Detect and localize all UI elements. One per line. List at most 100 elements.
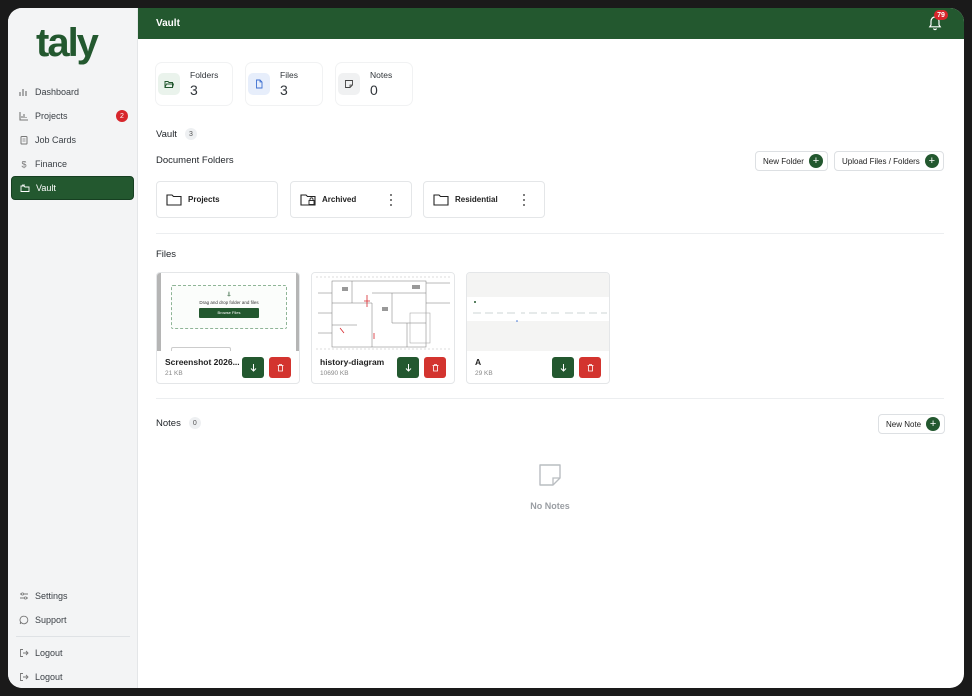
kebab-menu-icon[interactable] (390, 194, 393, 206)
sidebar-item-label: Projects (35, 111, 68, 121)
page-title: Vault (156, 18, 180, 29)
floorplan-preview (316, 276, 452, 350)
sidebar-item-job-cards[interactable]: Job Cards (11, 128, 134, 152)
file-thumbnail (467, 273, 609, 351)
notes-count: 0 (188, 417, 201, 429)
file-thumbnail: ⍋ Drag and drop folder and files Browse … (157, 273, 299, 351)
stats-row: Folders 3 Files 3 Notes 0 (156, 63, 412, 105)
file-card-history-diagram[interactable]: history-diagram 10690 KB (311, 272, 455, 384)
download-button[interactable] (552, 357, 574, 378)
sequence-preview (473, 312, 607, 322)
new-note-button[interactable]: New Note + (878, 414, 946, 434)
plus-icon: + (808, 154, 823, 168)
sidebar-item-label: Vault (36, 183, 56, 193)
files-heading: Files (156, 249, 176, 260)
stat-files: Files 3 (246, 63, 322, 105)
download-icon (405, 364, 411, 372)
plus-icon: + (924, 154, 939, 168)
delete-button[interactable] (269, 357, 291, 378)
file-thumbnail (312, 273, 454, 351)
thumb-upload-text: Drag and drop folder and files (199, 300, 259, 305)
file-name: Screenshot 2026... (165, 357, 240, 367)
download-icon (560, 364, 566, 372)
stat-label: Folders (190, 70, 219, 80)
file-size: 10690 KB (320, 370, 349, 377)
folder-icon (433, 194, 449, 206)
sidebar-item-projects[interactable]: Projects 2 (11, 104, 134, 128)
folder-card-projects[interactable]: Projects (156, 181, 278, 218)
button-label: New Note (886, 419, 922, 429)
folder-card-archived[interactable]: Archived (290, 181, 412, 218)
sidebar-item-label: Dashboard (35, 87, 80, 97)
file-size: 29 KB (475, 370, 493, 377)
sidebar-item-finance[interactable]: $ Finance (11, 152, 134, 176)
stat-value: 3 (280, 82, 288, 98)
sidebar-item-label: Support (35, 615, 67, 625)
notes-empty-state: No Notes (508, 462, 592, 511)
folder-name: Archived (322, 195, 357, 204)
download-button[interactable] (242, 357, 264, 378)
stat-label: Files (280, 70, 298, 80)
trash-icon (587, 364, 593, 372)
stat-folders: Folders 3 (156, 63, 232, 105)
upload-files-button[interactable]: Upload Files / Folders + (834, 151, 944, 171)
file-name: A (475, 357, 482, 367)
kebab-menu-icon[interactable] (523, 194, 526, 206)
dollar-icon: $ (19, 159, 29, 170)
main-content: Vault 79 Folders 3 Files 3 Notes 0 Vault 3 (138, 8, 964, 688)
section-title: Files (156, 249, 177, 260)
logout-icon (19, 672, 29, 682)
clipboard-icon (19, 135, 29, 145)
new-folder-button[interactable]: New Folder + (755, 151, 828, 171)
taly-logo[interactable]: taly (36, 18, 110, 68)
button-label: Upload Files / Folders (842, 156, 920, 166)
notes-heading: Notes 0 (156, 417, 201, 429)
file-card-a[interactable]: A 29 KB (466, 272, 610, 384)
stat-notes: Notes 0 (336, 63, 412, 105)
file-size: 21 KB (165, 370, 183, 377)
sidebar-item-dashboard[interactable]: Dashboard (11, 80, 134, 104)
vault-heading: Vault 3 (156, 128, 197, 140)
sidebar-item-logout[interactable]: Logout (11, 641, 134, 665)
sidebar-bottom: Settings Support Logout Logout (8, 584, 138, 688)
section-divider (156, 398, 944, 399)
logout-icon (19, 648, 29, 658)
sidebar-nav: Dashboard Projects 2 Job Cards $ Finance… (8, 80, 138, 200)
file-card-screenshot[interactable]: ⍋ Drag and drop folder and files Browse … (156, 272, 300, 384)
projects-badge: 2 (116, 110, 128, 122)
trash-icon (277, 364, 283, 372)
sidebar-item-settings[interactable]: Settings (11, 584, 134, 608)
folder-card-residential[interactable]: Residential (423, 181, 545, 218)
sidebar-item-label: Job Cards (35, 135, 77, 145)
download-button[interactable] (397, 357, 419, 378)
file-icon (248, 73, 270, 95)
locked-folder-icon (300, 194, 316, 206)
folder-open-icon (158, 73, 180, 95)
sidebar-item-support[interactable]: Support (11, 608, 134, 632)
sidebar-item-label: Logout (35, 648, 63, 658)
projects-chart-icon (19, 111, 29, 121)
section-divider (156, 233, 944, 234)
sidebar-item-label: Logout (35, 672, 63, 682)
sidebar-item-vault[interactable]: Vault (11, 176, 134, 200)
document-folders-heading: Document Folders (156, 155, 234, 166)
sidebar-item-label: Settings (35, 591, 68, 601)
vault-folders-icon (20, 183, 30, 193)
top-bar: Vault 79 (138, 8, 964, 39)
stat-value: 0 (370, 82, 378, 98)
section-title: Notes (156, 417, 181, 429)
section-title: Document Folders (156, 155, 234, 166)
chat-icon (19, 615, 29, 625)
sidebar-item-logout-2[interactable]: Logout (11, 665, 134, 688)
folder-icon (166, 194, 182, 206)
folder-name: Projects (188, 195, 220, 204)
download-icon (250, 364, 256, 372)
delete-button[interactable] (424, 357, 446, 378)
stat-value: 3 (190, 82, 198, 98)
button-label: New Folder (763, 156, 804, 166)
svg-text:$: $ (22, 160, 27, 170)
vault-title: Vault (156, 128, 177, 140)
sliders-icon (19, 591, 29, 601)
sidebar-item-label: Finance (35, 159, 68, 169)
delete-button[interactable] (579, 357, 601, 378)
